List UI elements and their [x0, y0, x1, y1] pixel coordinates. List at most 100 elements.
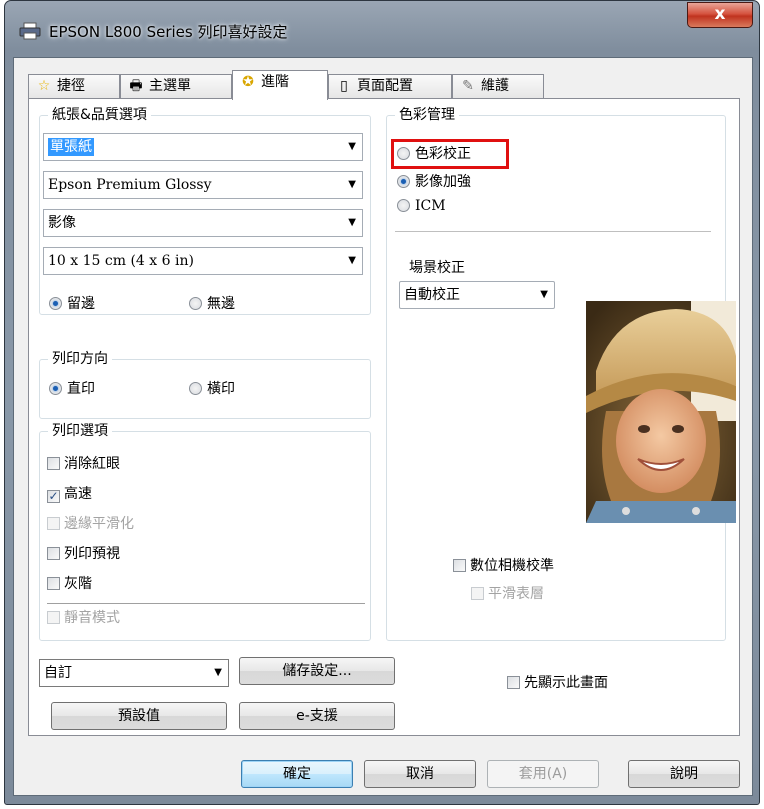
landscape-label: 橫印 [207, 381, 235, 397]
chevron-down-icon: ▼ [348, 217, 356, 228]
red-eye-checkbox[interactable]: 消除紅眼 [47, 455, 120, 473]
paper-size-value: 10 x 15 cm (4 x 6 in) [48, 253, 194, 269]
digital-camera-correction-checkbox[interactable]: 數位相機校準 [453, 557, 554, 575]
portrait-radio[interactable]: 直印 [49, 380, 95, 398]
printer-app-icon [19, 22, 41, 40]
tab-label: 頁面配置 [357, 78, 413, 94]
dialog-window: EPSON L800 Series 列印喜好設定 x ☆ 捷徑 🖶 主選單 ✪ 進階 … [4, 0, 760, 805]
smooth-skin-label: 平滑表層 [488, 586, 544, 602]
help-label: 說明 [670, 766, 698, 782]
borderless-label: 無邊 [207, 296, 235, 312]
custom-settings-value: 自訂 [44, 665, 72, 681]
tab-maintenance[interactable]: ✎ 維護 [452, 74, 544, 98]
paper-size-select[interactable]: 10 x 15 cm (4 x 6 in) ▼ [43, 247, 363, 275]
apply-button[interactable]: 套用(A) [487, 760, 599, 788]
smooth-skin-checkbox[interactable]: 平滑表層 [471, 585, 544, 603]
grayscale-label: 灰階 [64, 576, 92, 592]
group-title: 色彩管理 [395, 106, 459, 124]
landscape-radio[interactable]: 橫印 [189, 380, 235, 398]
highlight-annotation [391, 139, 509, 169]
tab-label: 進階 [261, 74, 289, 90]
advanced-settings-icon: ✪ [242, 74, 254, 90]
digital-camera-label: 數位相機校準 [470, 558, 554, 574]
borderless-radio[interactable]: 無邊 [189, 295, 235, 313]
red-eye-label: 消除紅眼 [64, 456, 120, 472]
icm-radio[interactable]: ICM [397, 197, 446, 215]
paper-source-select[interactable]: 單張紙 ▼ [43, 133, 363, 161]
checkbox-icon [471, 587, 484, 600]
save-settings-label: 儲存設定... [282, 663, 352, 679]
radio-unselected-icon [189, 382, 202, 395]
high-speed-checkbox[interactable]: ✓ 高速 [47, 485, 92, 503]
close-icon: x [714, 4, 726, 24]
checkbox-icon [47, 577, 60, 590]
page-layout-icon: ▯ [340, 78, 348, 94]
printer-icon: 🖶 [129, 78, 143, 94]
tab-shortcuts[interactable]: ☆ 捷徑 [28, 74, 120, 98]
apply-label: 套用(A) [518, 766, 568, 782]
help-button[interactable]: 說明 [628, 760, 740, 788]
cancel-button[interactable]: 取消 [364, 760, 476, 788]
cancel-label: 取消 [406, 766, 434, 782]
group-title: 列印選項 [48, 422, 112, 440]
tab-page-layout[interactable]: ▯ 頁面配置 [328, 74, 452, 98]
print-preview-label: 列印預視 [64, 546, 120, 562]
show-first-checkbox[interactable]: 先顯示此畫面 [507, 674, 608, 692]
scene-correction-select[interactable]: 自動校正 ▼ [399, 281, 555, 309]
tab-main[interactable]: 🖶 主選單 [120, 74, 232, 98]
radio-selected-icon [49, 382, 62, 395]
checkbox-icon [453, 559, 466, 572]
portrait-label: 直印 [67, 381, 95, 397]
tab-advanced[interactable]: ✪ 進階 [232, 70, 328, 100]
photo-enhance-radio[interactable]: 影像加強 [397, 173, 471, 191]
paper-source-value: 單張紙 [48, 138, 94, 156]
border-label: 留邊 [67, 296, 95, 312]
edge-smoothing-label: 邊緣平滑化 [64, 516, 134, 532]
checkbox-icon [47, 457, 60, 470]
advanced-tab-panel: 紙張&品質選項 單張紙 ▼ Epson Premium Glossy ▼ 影像 … [28, 98, 740, 736]
paper-type-value: Epson Premium Glossy [48, 177, 212, 193]
edge-smoothing-checkbox[interactable]: 邊緣平滑化 [47, 515, 134, 533]
star-icon: ☆ [37, 78, 51, 94]
print-quality-value: 影像 [48, 215, 76, 231]
defaults-button[interactable]: 預設值 [51, 702, 227, 730]
ok-button[interactable]: 確定 [241, 760, 353, 788]
chevron-down-icon: ▼ [348, 141, 356, 152]
tab-label: 捷徑 [57, 78, 85, 94]
radio-unselected-icon [189, 297, 202, 310]
border-radio[interactable]: 留邊 [49, 295, 95, 313]
tab-label: 維護 [481, 78, 509, 94]
radio-selected-icon [397, 175, 410, 188]
paper-type-select[interactable]: Epson Premium Glossy ▼ [43, 171, 363, 199]
quiet-mode-checkbox[interactable]: 靜音模式 [47, 609, 120, 627]
dialog-client-area: ☆ 捷徑 🖶 主選單 ✪ 進階 ▯ 頁面配置 ✎ 維護 紙張&品質選項 單張紙 ▼ [13, 57, 753, 796]
defaults-label: 預設值 [118, 708, 160, 724]
chevron-down-icon: ▼ [540, 289, 548, 300]
tab-label: 主選單 [149, 78, 191, 94]
checkmark-icon: ✓ [47, 489, 60, 503]
chevron-down-icon: ▼ [214, 667, 222, 678]
photo-enhance-label: 影像加強 [415, 174, 471, 190]
wrench-icon: ✎ [462, 78, 474, 94]
scene-correction-value: 自動校正 [404, 287, 460, 303]
print-preview-checkbox[interactable]: 列印預視 [47, 545, 120, 563]
radio-unselected-icon [397, 199, 410, 212]
group-title: 紙張&品質選項 [48, 106, 151, 124]
custom-settings-select[interactable]: 自訂 ▼ [39, 659, 229, 687]
checkbox-icon [47, 611, 60, 624]
preview-photo [586, 301, 736, 523]
esupport-label: e-支援 [296, 708, 338, 724]
checkbox-icon [47, 517, 60, 530]
print-quality-select[interactable]: 影像 ▼ [43, 209, 363, 237]
group-title: 列印方向 [48, 350, 112, 368]
grayscale-checkbox[interactable]: 灰階 [47, 575, 92, 593]
divider [47, 603, 365, 604]
scene-correction-label: 場景校正 [409, 260, 465, 276]
esupport-button[interactable]: e-支援 [239, 702, 395, 730]
show-first-label: 先顯示此畫面 [524, 675, 608, 691]
chevron-down-icon: ▼ [348, 255, 356, 266]
save-settings-button[interactable]: 儲存設定... [239, 657, 395, 685]
radio-selected-icon [49, 297, 62, 310]
title-bar[interactable]: EPSON L800 Series 列印喜好設定 x [5, 1, 759, 57]
close-button[interactable]: x [687, 2, 753, 28]
